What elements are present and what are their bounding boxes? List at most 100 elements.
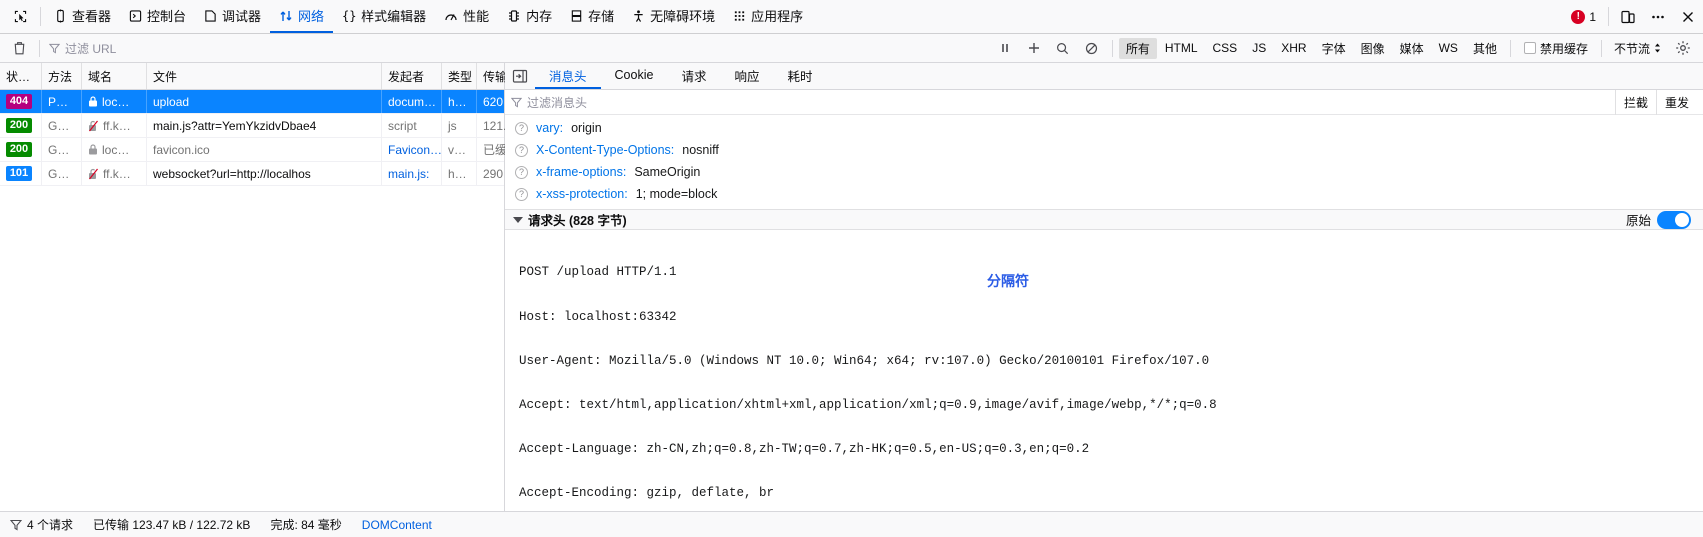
toolbar-divider [40,7,41,26]
devtools-tab-label: 内存 [526,9,553,24]
table-row[interactable]: 200 G… ff.k… main.js?attr=YemYkzidvDbae4… [0,114,556,138]
element-picker-icon[interactable] [4,0,36,33]
request-headers-section-header[interactable]: 请求头 (828 字节) 原始 [505,209,1703,230]
gear-icon[interactable] [1669,37,1697,59]
table-row[interactable]: 404 P… loc… upload docum… h… 620 字节 30 [0,90,556,114]
devtools-tab-style-editor[interactable]: {} 样式编辑器 [333,0,435,33]
help-icon[interactable]: ? [515,165,528,179]
devtools-tab-accessibility[interactable]: 无障碍环境 [623,0,724,33]
tab-headers[interactable]: 消息头 [535,63,601,89]
url-filter-input[interactable]: 过滤 URL [45,38,805,58]
header-value: nosniff [682,143,719,157]
close-icon[interactable] [1673,0,1703,33]
block-icon[interactable] [1078,37,1106,59]
filter-type-images[interactable]: 图像 [1354,38,1392,59]
table-row[interactable]: 200 G… loc… favicon.ico Favicon… v… 已缓存 … [0,138,553,162]
cell-domain-label: ff.k… [103,166,131,181]
disable-cache-checkbox[interactable]: 禁用缓存 [1517,40,1595,57]
error-counter[interactable]: ! 1 [1563,0,1604,33]
column-header-domain[interactable]: 域名 [82,63,147,89]
cell-initiator[interactable]: main.js: [382,162,442,185]
debugger-icon [204,9,217,23]
filter-type-xhr[interactable]: XHR [1274,39,1313,57]
cell-status: 200 [0,114,42,137]
filter-type-ws[interactable]: WS [1432,39,1465,57]
trash-icon[interactable] [4,40,34,56]
toolbar-divider [1509,39,1511,57]
responsive-design-mode-icon[interactable] [1613,0,1643,33]
filter-type-fonts[interactable]: 字体 [1315,38,1353,59]
cell-file: websocket?url=http://localhos [147,162,382,185]
help-icon[interactable]: ? [515,121,528,135]
help-icon[interactable]: ? [515,187,528,201]
raw-request-headers[interactable]: POST /upload HTTP/1.1 Host: localhost:63… [505,230,1703,511]
cell-type: h… [442,162,477,185]
list-item[interactable]: ? vary: origin [505,117,1703,139]
devtools-tab-storage[interactable]: 存储 [561,0,623,33]
raw-toggle-switch[interactable] [1657,210,1691,229]
devtools-tab-application[interactable]: 应用程序 [724,0,812,33]
tab-cookies[interactable]: Cookie [601,63,668,89]
column-header-initiator[interactable]: 发起者 [382,63,442,89]
filter-type-other[interactable]: 其他 [1466,38,1504,59]
devtools-tab-inspector[interactable]: 查看器 [45,0,120,33]
more-options-icon[interactable] [1643,0,1673,33]
devtools-tab-debugger[interactable]: 调试器 [195,0,270,33]
column-header-method[interactable]: 方法 [42,63,82,89]
column-header-type[interactable]: 类型 [442,63,477,89]
cell-type: js [442,114,477,137]
header-value: SameOrigin [634,165,701,179]
cell-type: v… [442,138,477,161]
list-item[interactable]: ? X-Content-Type-Options: nosniff [505,139,1703,161]
column-header-file[interactable]: 文件 [147,63,382,89]
style-editor-icon: {} [342,9,356,23]
filter-type-media[interactable]: 媒体 [1393,38,1431,59]
toolbar-divider [1600,39,1602,57]
status-filter-icon-wrap[interactable]: 4 个请求 [0,516,83,533]
throttle-dropdown[interactable]: 不节流 [1608,40,1668,57]
plus-icon[interactable] [1020,37,1048,59]
devtools-tab-label: 存储 [588,9,615,24]
devtools-tab-label: 样式编辑器 [361,9,427,24]
header-value: origin [571,121,602,135]
expand-pane-icon[interactable] [505,63,535,89]
resend-request-button[interactable]: 重发 [1655,89,1697,115]
cell-initiator: script [382,114,442,137]
application-icon [733,9,746,23]
tab-response[interactable]: 响应 [720,63,773,89]
list-item[interactable]: ? x-xss-protection: 1; mode=block [505,183,1703,205]
list-item[interactable]: ? x-frame-options: SameOrigin [505,161,1703,183]
devtools-tab-memory[interactable]: 内存 [498,0,561,33]
response-headers-list: ? vary: origin ? X-Content-Type-Options:… [505,115,1703,209]
devtools-tab-performance[interactable]: 性能 [435,0,498,33]
lock-icon [88,144,98,155]
filter-type-html[interactable]: HTML [1158,39,1205,57]
table-row[interactable]: 101 G… ff.k… websocket?url=http://localh… [0,162,550,186]
finish-label: 完成: 84 毫秒 [270,518,342,532]
status-badge: 200 [6,118,32,133]
devtools-tab-label: 查看器 [72,9,112,24]
raw-line: Accept: text/html,application/xhtml+xml,… [519,397,1217,412]
tab-timings[interactable]: 耗时 [773,63,826,89]
accessibility-icon [632,9,645,23]
headers-filter-input[interactable]: 过滤消息头 [527,94,587,111]
filter-type-js[interactable]: JS [1245,39,1273,57]
request-details-pane: 消息头 Cookie 请求 响应 耗时 过滤消息头 拦截 重发 ? vary: … [505,63,1703,511]
help-icon[interactable]: ? [515,143,528,157]
cell-status: 101 [0,162,42,185]
pause-icon[interactable] [991,37,1019,59]
cell-initiator[interactable]: Favicon… [382,138,442,161]
headers-filter-bar: 过滤消息头 拦截 重发 [505,89,1703,115]
filter-type-css[interactable]: CSS [1206,39,1245,57]
header-name: x-xss-protection: [536,187,628,201]
column-header-status[interactable]: 状… [0,63,42,89]
tab-request[interactable]: 请求 [667,63,720,89]
devtools-tab-network[interactable]: 网络 [270,0,334,33]
block-request-button[interactable]: 拦截 [1614,89,1656,115]
transferred-label: 已传输 123.47 kB / 122.72 kB [93,518,251,532]
toolbar-divider [1608,7,1609,26]
filter-type-all[interactable]: 所有 [1118,37,1157,59]
devtools-tab-console[interactable]: 控制台 [120,0,195,33]
search-icon[interactable] [1049,37,1077,59]
error-count-label: 1 [1589,9,1596,24]
